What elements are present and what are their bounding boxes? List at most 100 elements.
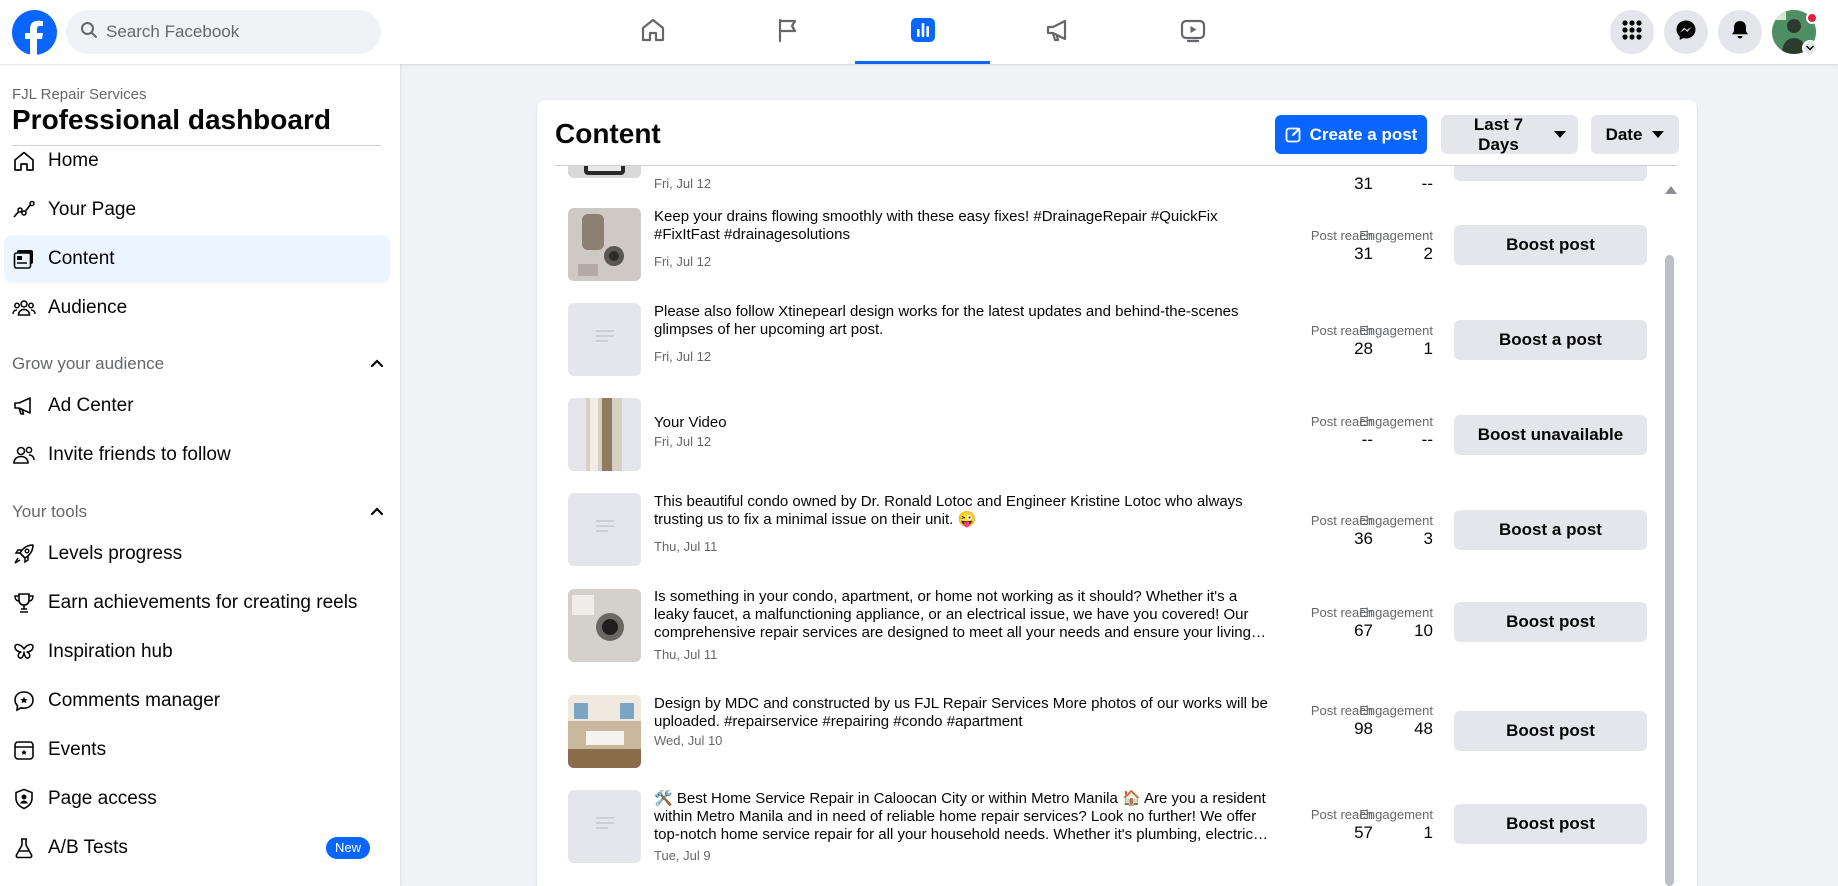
post-thumbnail[interactable]: [568, 589, 641, 662]
post-date: Thu, Jul 11: [654, 539, 718, 554]
page-name: FJL Repair Services: [12, 86, 147, 103]
post-text[interactable]: Keep your drains flowing smoothly with t…: [654, 208, 1270, 244]
boost-post-button[interactable]: Boost a post: [1454, 510, 1647, 550]
chevron-up-icon[interactable]: [370, 503, 384, 521]
boost-post-button[interactable]: Boost a post: [1454, 320, 1647, 360]
sidebar-item-levels-progress[interactable]: Levels progress: [4, 530, 390, 578]
engagement-label: Engagement: [1359, 414, 1433, 429]
nav-tab-pages[interactable]: [720, 0, 855, 64]
post-text[interactable]: 🛠️ Best Home Service Repair in Caloocan …: [654, 790, 1270, 844]
boost-post-button[interactable]: Boost post: [1454, 804, 1647, 844]
boost-post-button[interactable]: Boost post: [1454, 225, 1647, 265]
table-row[interactable]: Design by MDC and constructed by us FJL …: [537, 695, 1667, 790]
create-post-label: Create a post: [1309, 124, 1418, 144]
new-badge: New: [325, 837, 370, 859]
post-text[interactable]: This beautiful condo owned by Dr. Ronald…: [654, 493, 1270, 529]
add-friends-icon: [12, 443, 36, 467]
sidebar-item-label: Page access: [48, 788, 157, 809]
section-your-tools[interactable]: Your tools: [12, 498, 384, 526]
create-post-button[interactable]: Create a post: [1275, 115, 1427, 154]
post-thumbnail[interactable]: [568, 695, 641, 768]
sidebar-item-label: Comments manager: [48, 690, 221, 711]
sidebar-item-events[interactable]: Events: [4, 726, 390, 774]
content-post-list: Fri, Jul 12 31 -- Keep your drains flowi…: [537, 166, 1667, 886]
table-row[interactable]: Keep your drains flowing smoothly with t…: [537, 208, 1667, 303]
post-text[interactable]: Is something in your condo, apartment, o…: [654, 588, 1270, 642]
sidebar-item-ad-center[interactable]: Ad Center: [4, 382, 390, 430]
home-icon: [639, 16, 667, 49]
notifications-button[interactable]: [1718, 10, 1762, 54]
sort-dropdown[interactable]: Date: [1591, 115, 1679, 154]
engagement-value: 10: [1414, 621, 1433, 640]
scroll-up-arrow-icon[interactable]: [1665, 186, 1677, 194]
nav-tab-insights[interactable]: [855, 0, 990, 64]
boost-post-button[interactable]: Boost post: [1454, 711, 1647, 751]
menu-button[interactable]: [1610, 10, 1654, 54]
chevron-up-icon[interactable]: [370, 355, 384, 373]
sidebar-item-label: Home: [48, 150, 99, 171]
scrollbar-thumb[interactable]: [1665, 255, 1674, 886]
table-row[interactable]: Is something in your condo, apartment, o…: [537, 588, 1667, 683]
sidebar-item-label: Inspiration hub: [48, 641, 173, 662]
post-thumbnail[interactable]: [568, 493, 641, 566]
engagement-value: 48: [1414, 719, 1433, 738]
post-text[interactable]: Your Video: [654, 414, 1270, 432]
notification-dot: [1806, 12, 1818, 24]
chevron-down-icon[interactable]: [1802, 40, 1818, 56]
bell-icon: [1729, 19, 1751, 46]
nav-tab-video[interactable]: [1125, 0, 1260, 64]
post-thumbnail[interactable]: [568, 398, 641, 471]
sidebar-item-audience[interactable]: Audience: [4, 284, 390, 332]
engagement-value: 2: [1423, 244, 1433, 263]
table-row[interactable]: Please also follow Xtinepearl design wor…: [537, 303, 1667, 398]
caret-down-icon: [1554, 131, 1566, 138]
post-thumbnail[interactable]: [568, 208, 641, 281]
sidebar-item-content[interactable]: Content: [4, 235, 390, 283]
calendar-icon: [12, 738, 36, 762]
sidebar-item-label: Content: [48, 248, 115, 269]
sidebar-item-comments-manager[interactable]: Comments manager: [4, 677, 390, 725]
table-row[interactable]: Your Video Fri, Jul 12 Post reach -- Eng…: [537, 398, 1667, 493]
post-thumbnail[interactable]: [568, 303, 641, 376]
sidebar-item-inspiration-hub[interactable]: Inspiration hub: [4, 628, 390, 676]
sidebar-item-ab-tests[interactable]: A/B Tests New: [4, 824, 390, 872]
nav-tab-home[interactable]: [585, 0, 720, 64]
post-date: Fri, Jul 12: [654, 349, 712, 364]
trophy-icon: [12, 591, 36, 615]
date-range-dropdown[interactable]: Last 7 Days: [1441, 115, 1578, 154]
facebook-logo-icon[interactable]: [12, 10, 57, 55]
table-row[interactable]: This beautiful condo owned by Dr. Ronald…: [537, 493, 1667, 588]
search-icon: [80, 21, 98, 44]
grid-menu-icon: [1621, 19, 1643, 46]
sidebar-item-home[interactable]: Home: [4, 137, 390, 185]
boost-post-button[interactable]: Boost post: [1454, 602, 1647, 642]
section-grow-your-audience[interactable]: Grow your audience: [12, 350, 384, 378]
content-library-icon: [12, 247, 36, 271]
engagement-label: Engagement: [1359, 807, 1433, 822]
butterfly-icon: [12, 640, 36, 664]
post-thumbnail[interactable]: [568, 790, 641, 863]
messenger-button[interactable]: [1664, 10, 1708, 54]
engagement-value: --: [1421, 430, 1433, 449]
search-input[interactable]: [106, 22, 356, 42]
table-row[interactable]: Fri, Jul 12 31 --: [537, 166, 1667, 193]
text-post-icon: [594, 329, 616, 350]
sidebar-item-earn-achievements[interactable]: Earn achievements for creating reels: [4, 579, 390, 627]
megaphone-icon: [1044, 16, 1072, 49]
post-thumbnail[interactable]: [568, 166, 641, 178]
flask-icon: [12, 836, 36, 860]
people-icon: [12, 296, 36, 320]
nav-tab-ads[interactable]: [990, 0, 1125, 64]
post-text[interactable]: Design by MDC and constructed by us FJL …: [654, 695, 1270, 731]
messenger-icon: [1675, 19, 1697, 46]
sidebar-item-your-page[interactable]: Your Page: [4, 186, 390, 234]
boost-button[interactable]: [1454, 166, 1647, 181]
boost-unavailable-button[interactable]: Boost unavailable: [1454, 415, 1647, 455]
table-row[interactable]: 🛠️ Best Home Service Repair in Caloocan …: [537, 790, 1667, 885]
sidebar-item-page-access[interactable]: Page access: [4, 775, 390, 823]
sidebar-item-label: Earn achievements for creating reels: [48, 592, 358, 613]
search-box[interactable]: [66, 10, 381, 54]
sidebar-item-invite-friends[interactable]: Invite friends to follow: [4, 431, 390, 479]
post-date: Fri, Jul 12: [654, 254, 712, 269]
post-text[interactable]: Please also follow Xtinepearl design wor…: [654, 303, 1270, 339]
